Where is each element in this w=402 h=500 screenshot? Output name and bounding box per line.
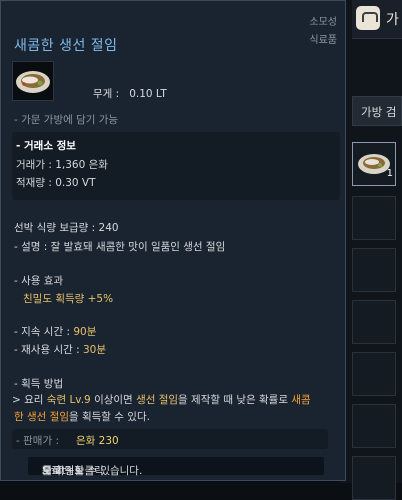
hint-text: 를 확인할 수 있습니다. — [42, 465, 143, 477]
ship-ration: 선박 식량 보급량 : 240 — [14, 222, 119, 234]
duration-label: - 지속 시간 : — [14, 326, 74, 338]
inventory-slot[interactable] — [352, 456, 396, 500]
effect-header: - 사용 효과 — [14, 275, 64, 287]
cooldown: - 재사용 시간 : 30분 — [14, 342, 106, 357]
inventory-slot[interactable] — [352, 404, 396, 448]
sale-price-value: 은화 230 — [76, 435, 119, 447]
inventory-top-label: 가 — [386, 12, 399, 28]
craft-info-hint: Shift+좌클릭 으로 제작 정보 를 확인할 수 있습니다. — [28, 457, 324, 477]
acquire-line-2: 한 생선 절임을 획득할 수 있다. — [14, 409, 150, 424]
weight-value: 0.10 LT — [129, 88, 167, 100]
item-category-type: 소모성 — [309, 17, 337, 28]
acquire-text: 을 제작할 때 낮은 확률로 — [178, 394, 292, 406]
acquire-skill: 숙련 Lv.9 — [46, 394, 91, 406]
market-volume: 적재량 : 0.30 VT — [16, 177, 96, 189]
duration-value: 90분 — [73, 326, 97, 338]
acquire-text: 이상이면 — [90, 394, 137, 406]
acquire-line-1: > 요리 숙련 Lv.9 이상이면 생선 절임을 제작할 때 낮은 확률로 새콤 — [12, 392, 311, 407]
acquire-result: 한 생선 절임 — [14, 411, 69, 423]
bag-note: - 가문 가방에 담기 가능 — [14, 114, 119, 126]
inventory-slot[interactable] — [352, 196, 396, 240]
acquire-header: - 획득 방법 — [14, 378, 64, 390]
acquire-result: 새콤 — [291, 394, 311, 406]
inventory-slot[interactable]: 1 — [352, 142, 396, 186]
inventory-slot[interactable] — [352, 248, 396, 292]
item-category-sub: 식료품 — [309, 35, 337, 46]
cooldown-label: - 재사용 시간 : — [14, 344, 83, 356]
bag-tab[interactable]: 가방 검 — [352, 96, 402, 126]
duration: - 지속 시간 : 90분 — [14, 324, 96, 339]
acquire-material: 생선 절임 — [136, 394, 179, 406]
item-title: 새콤한 생선 절임 — [14, 38, 118, 54]
fish-dish-icon — [16, 71, 50, 93]
item-tooltip: 소모성 식료품 새콤한 생선 절임 무게 :0.10 LT - 가문 가방에 담… — [0, 0, 346, 481]
market-info-box: - 거래소 정보 거래가 : 1,360 은화 적재량 : 0.30 VT — [12, 132, 340, 200]
slot-item-count: 1 — [386, 168, 393, 179]
inventory-slot[interactable] — [352, 352, 396, 396]
bag-tab-label: 가방 검 — [361, 105, 397, 119]
sale-price-label: - 판매가 : — [16, 435, 59, 447]
market-price: 거래가 : 1,360 은화 — [16, 159, 108, 171]
acquire-text: 을 획득할 수 있다. — [68, 411, 150, 423]
item-weight: 무게 : 0.10 LT — [93, 86, 167, 101]
item-icon-frame — [12, 61, 54, 101]
effect-value: 친밀도 획득량 +5% — [23, 293, 114, 305]
inventory-slot[interactable] — [352, 300, 396, 344]
cooldown-value: 30분 — [82, 344, 107, 356]
weight-label: 무게 : — [93, 88, 120, 100]
market-header: - 거래소 정보 — [16, 140, 76, 152]
acquire-text: > 요리 — [12, 394, 47, 406]
bag-icon[interactable] — [356, 6, 380, 30]
sale-price-box: - 판매가 : 은화 230 — [12, 429, 328, 449]
item-description: - 설명 : 잘 발효돼 새콤한 맛이 일품인 생선 절임 — [14, 241, 226, 253]
